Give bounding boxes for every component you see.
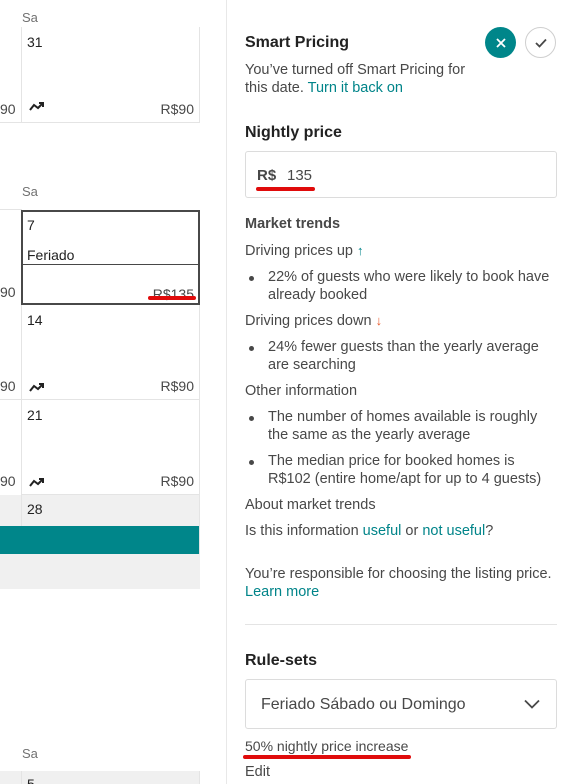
useful-link[interactable]: useful xyxy=(363,523,402,539)
calendar-day-cell[interactable]: 14 R$90 xyxy=(22,305,200,400)
prev-day-price: 90 xyxy=(0,284,16,300)
driving-down-label: Driving prices down ↓ xyxy=(245,313,383,329)
day-event-label: Feriado xyxy=(27,247,75,263)
calendar-day-cell[interactable]: 31 R$90 xyxy=(22,27,200,123)
trend-icon xyxy=(29,476,45,490)
list-item: 22% of guests who were likely to book ha… xyxy=(268,269,550,303)
check-icon xyxy=(534,38,547,48)
trend-icon xyxy=(29,381,45,395)
arrow-up-icon: ↑ xyxy=(357,243,364,258)
highlight-underline xyxy=(148,296,196,300)
turn-on-smart-pricing-link[interactable]: Turn it back on xyxy=(308,80,403,96)
confirm-button[interactable] xyxy=(525,27,556,58)
prev-day-price: 90 xyxy=(0,101,16,117)
close-button[interactable] xyxy=(485,27,516,58)
reservation-bar[interactable] xyxy=(0,526,199,554)
list-item: The number of homes available is roughly… xyxy=(268,409,538,443)
day-number: 14 xyxy=(27,312,43,328)
bullet xyxy=(249,346,254,351)
rule-set-value: Feriado Sábado ou Domingo xyxy=(261,696,466,713)
list-item: 24% fewer guests than the yearly average… xyxy=(268,339,539,373)
day-price: R$90 xyxy=(160,473,194,489)
day-of-week-header: Sa xyxy=(22,746,38,761)
not-useful-link[interactable]: not useful xyxy=(422,523,485,539)
cell-divider xyxy=(23,264,198,265)
driving-up-label: Driving prices up ↑ xyxy=(245,243,364,259)
list-item: The median price for booked homes is R$1… xyxy=(268,453,542,487)
prev-day-price: 90 xyxy=(0,473,16,489)
close-icon xyxy=(495,37,506,48)
about-market-trends-link[interactable]: About market trends xyxy=(245,497,376,513)
day-of-week-header: Sa xyxy=(22,184,38,199)
price-value[interactable]: 135 xyxy=(287,167,312,184)
feedback-prompt: Is this information useful or not useful… xyxy=(245,523,494,539)
day-of-week-header: Sa xyxy=(22,10,38,25)
selected-day-cell[interactable]: 7 Feriado R$135 xyxy=(21,210,200,305)
calendar: Sa 31 R$90 90 Sa 7 Feriado R$135 90 14 R… xyxy=(0,0,226,784)
bullet xyxy=(249,416,254,421)
calendar-day-cell[interactable]: 21 R$90 xyxy=(22,400,200,495)
other-info-label: Other information xyxy=(245,383,358,399)
prev-day-price: 90 xyxy=(0,378,16,394)
day-number: 31 xyxy=(27,34,43,50)
day-number: 5 xyxy=(27,776,35,784)
highlight-underline xyxy=(256,187,315,191)
section-divider xyxy=(245,624,557,625)
rule-sets-title: Rule-sets xyxy=(245,652,318,669)
grid-line xyxy=(0,209,22,210)
learn-more-link[interactable]: Learn more xyxy=(245,584,319,600)
market-trends-title: Market trends xyxy=(245,216,341,232)
calendar-day-cell[interactable]: 5 xyxy=(22,771,200,784)
past-row xyxy=(0,554,200,589)
rule-description: 50% nightly price increase xyxy=(245,738,409,754)
highlight-underline xyxy=(243,755,411,759)
chevron-down-icon xyxy=(524,696,540,714)
bullet xyxy=(249,460,254,465)
arrow-down-icon: ↓ xyxy=(375,313,383,328)
day-number: 28 xyxy=(27,501,43,517)
rule-set-select[interactable]: Feriado Sábado ou Domingo xyxy=(245,679,557,729)
nightly-price-title: Nightly price xyxy=(245,124,342,141)
currency-symbol: R$ xyxy=(257,167,277,184)
bullet xyxy=(249,276,254,281)
responsibility-note: You’re responsible for choosing the list… xyxy=(245,566,552,600)
pricing-panel: Smart Pricing You’ve turned off Smart Pr… xyxy=(227,0,565,784)
edit-rule-link[interactable]: Edit xyxy=(245,764,270,780)
trend-icon xyxy=(29,100,45,114)
day-number: 21 xyxy=(27,407,43,423)
grid-line xyxy=(0,122,22,123)
day-price: R$90 xyxy=(160,378,194,394)
smart-pricing-desc: You’ve turned off Smart Pricing for this… xyxy=(245,62,466,96)
day-price: R$90 xyxy=(160,101,194,117)
smart-pricing-title: Smart Pricing xyxy=(245,34,350,51)
grid-line xyxy=(0,399,22,400)
day-number: 7 xyxy=(27,217,35,233)
